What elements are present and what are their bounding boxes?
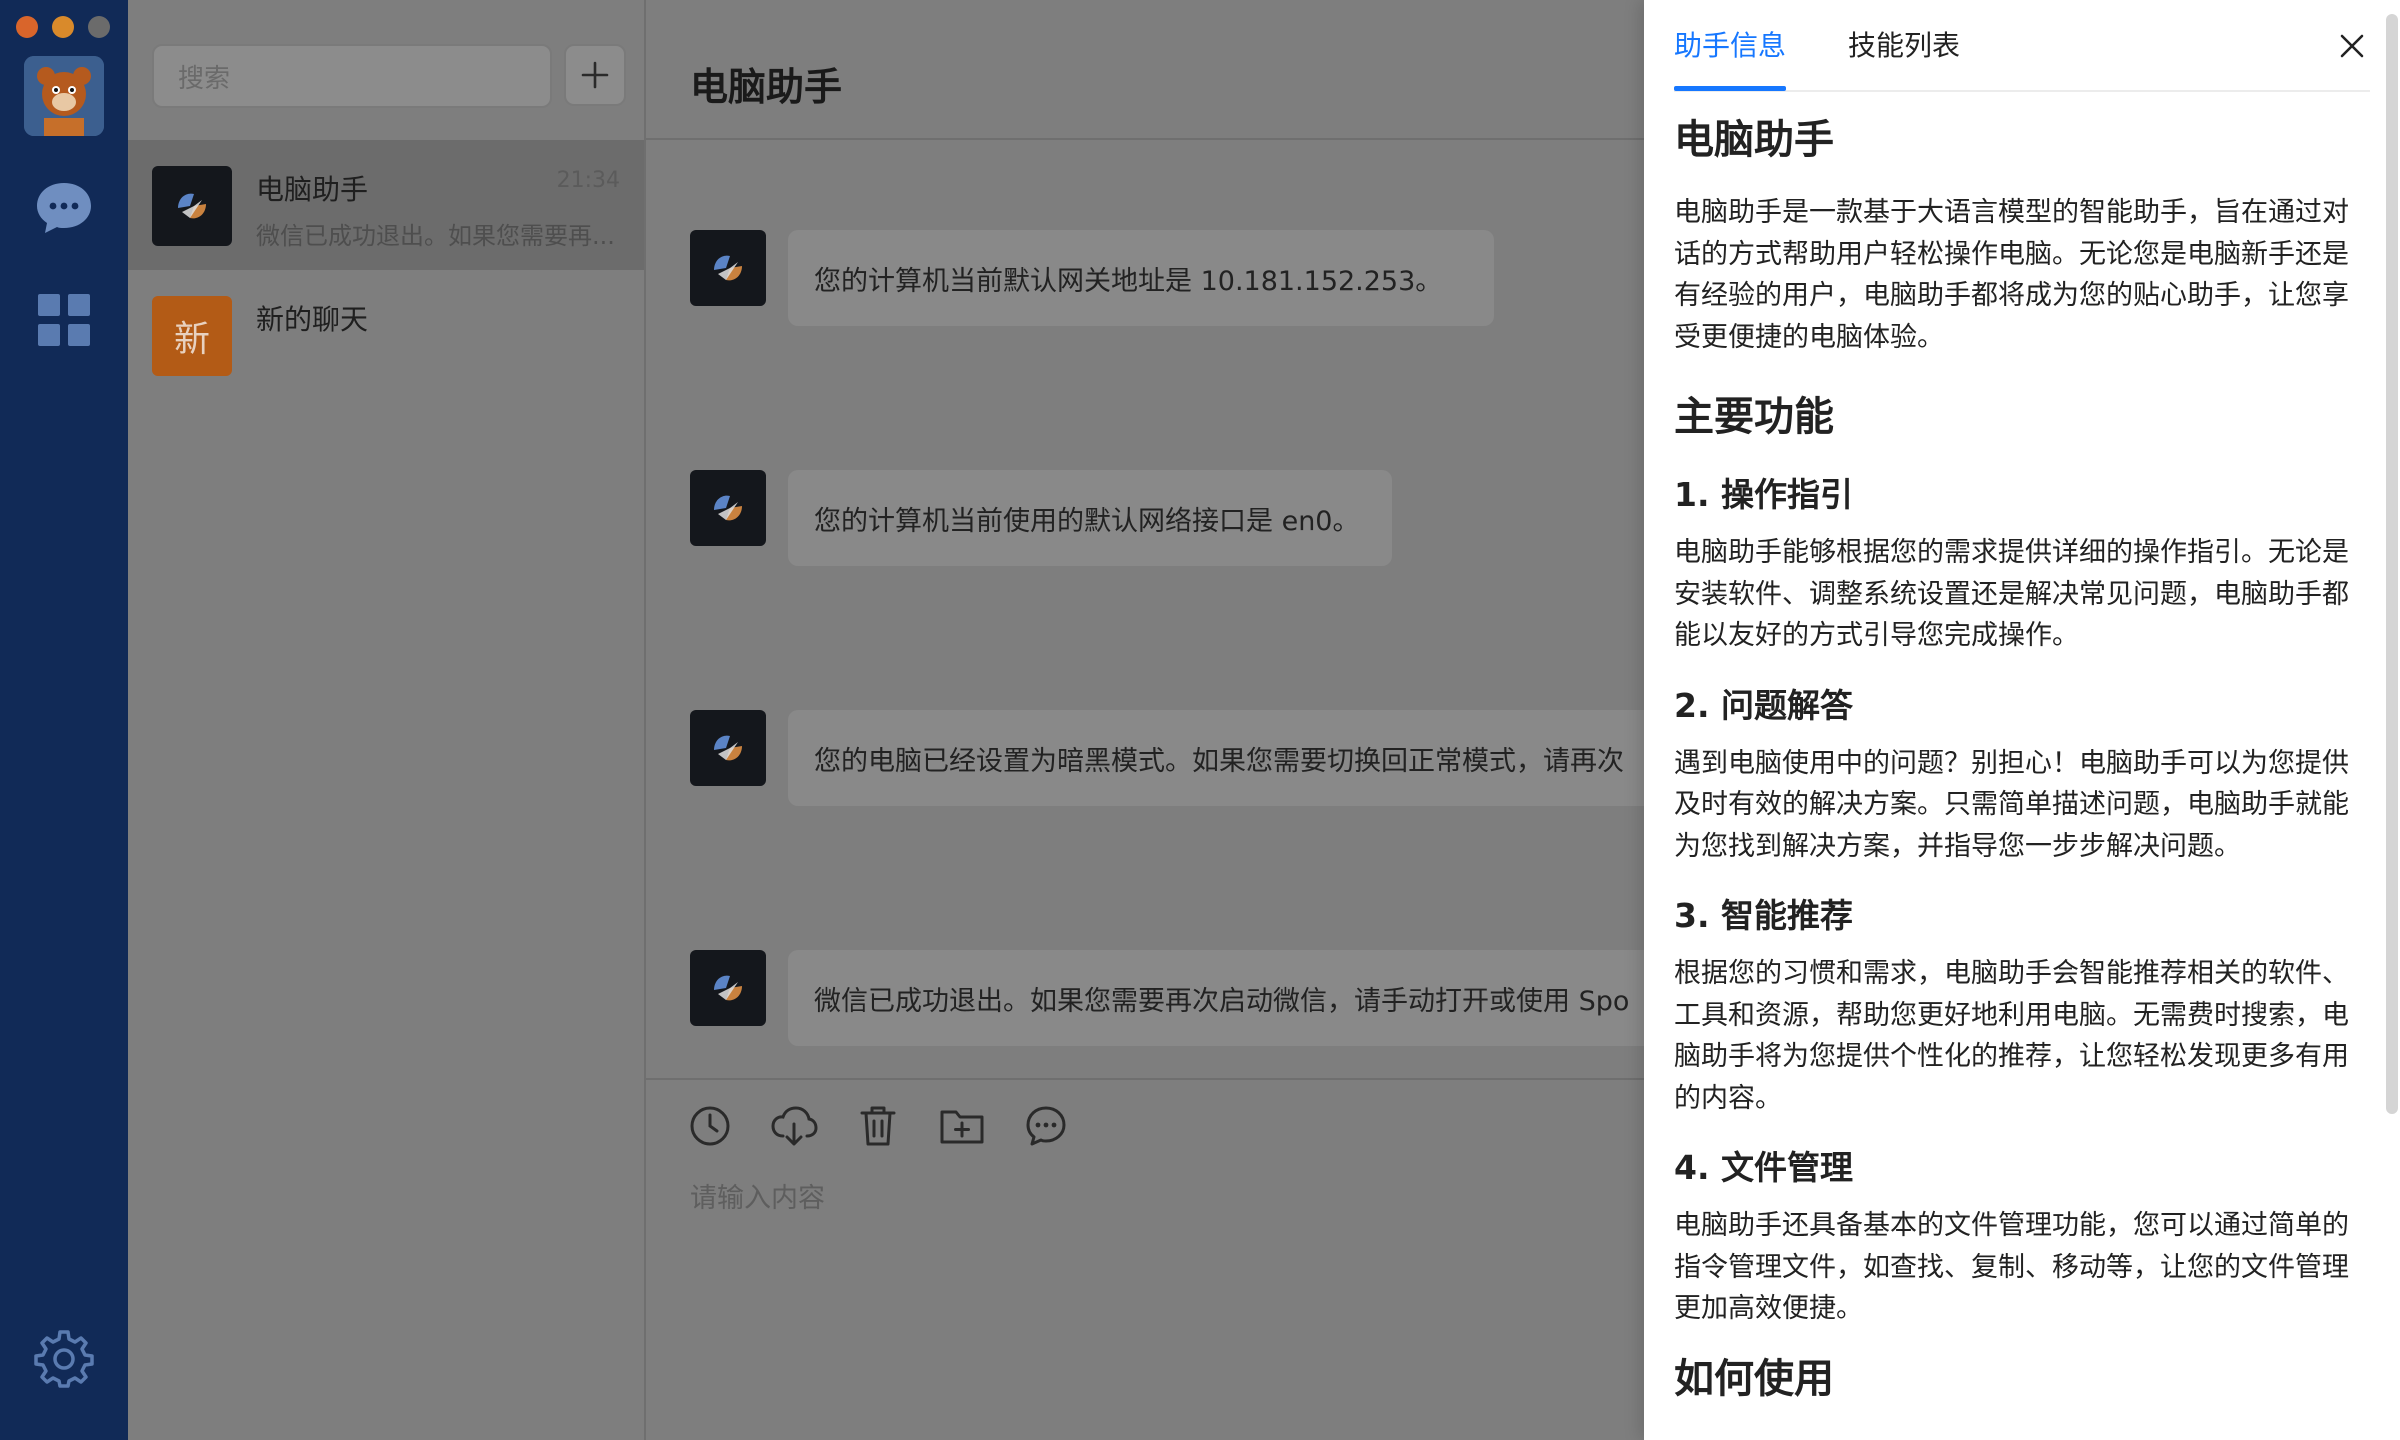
feature-body: 根据您的习惯和需求，电脑助手会智能推荐相关的软件、工具和资源，帮助您更好地利用电…	[1674, 958, 2349, 1114]
message-bubble: 微信已成功退出。如果您需要再次启动微信，请手动打开或使用 Spo	[788, 950, 1688, 1046]
close-icon	[2340, 34, 2364, 58]
plus-icon	[581, 61, 609, 89]
new-chat-button[interactable]	[564, 44, 626, 106]
assistant-logo-icon	[714, 735, 742, 761]
assistant-logo-icon	[714, 255, 742, 281]
app-window: 搜索 电脑助手 21:34 微信已成功退出。如果您需要再... 新 新的聊天 电…	[0, 0, 2400, 1440]
conversation-title: 新的聊天	[256, 303, 369, 336]
assistant-logo-icon	[714, 975, 742, 1001]
conversation-item-assistant[interactable]: 电脑助手 21:34 微信已成功退出。如果您需要再...	[128, 140, 644, 270]
feature-body: 遇到电脑使用中的问题？别担心！电脑助手可以为您提供及时有效的解决方案。只需简单描…	[1674, 747, 2349, 862]
active-tab-indicator	[1674, 86, 1786, 91]
feature-title: 4. 文件管理	[1674, 1148, 1853, 1187]
close-window-button[interactable]	[16, 16, 38, 38]
assistant-logo-icon	[714, 495, 742, 521]
cloud-download-icon[interactable]	[770, 1102, 818, 1150]
minimize-window-button[interactable]	[52, 16, 74, 38]
chat-title: 电脑助手	[690, 65, 843, 109]
feature-title: 3. 智能推荐	[1674, 896, 1853, 935]
drawer-scrollbar[interactable]	[2386, 14, 2398, 1114]
conversation-list-panel: 搜索 电脑助手 21:34 微信已成功退出。如果您需要再... 新 新的聊天	[128, 0, 646, 1440]
search-input[interactable]: 搜索	[152, 44, 552, 108]
conversation-preview: 微信已成功退出。如果您需要再...	[256, 222, 615, 250]
drawer-tabs: 助手信息 技能列表	[1674, 0, 2370, 92]
nav-rail	[0, 0, 128, 1440]
trash-icon[interactable]	[854, 1102, 902, 1150]
assistant-avatar	[690, 230, 766, 306]
apps-grid-icon[interactable]	[30, 286, 98, 354]
usage-heading: 如何使用	[1674, 1355, 1834, 1402]
message-row: 微信已成功退出。如果您需要再次启动微信，请手动打开或使用 Spo	[690, 950, 1688, 1046]
folder-add-icon[interactable]	[938, 1102, 986, 1150]
conversation-title: 电脑助手	[256, 173, 369, 206]
zoom-window-button[interactable]	[88, 16, 110, 38]
new-chat-avatar: 新	[152, 296, 232, 376]
feature-title: 1. 操作指引	[1674, 475, 1853, 514]
more-chat-icon[interactable]	[1022, 1102, 1070, 1150]
history-clock-icon[interactable]	[686, 1102, 734, 1150]
message-composer: 请输入内容	[646, 1078, 1646, 1440]
tab-skill-list[interactable]: 技能列表	[1848, 24, 1960, 64]
assistant-logo-icon	[178, 193, 206, 219]
features-heading: 主要功能	[1674, 394, 1834, 440]
close-drawer-button[interactable]	[2334, 28, 2370, 64]
message-bubble: 您的计算机当前使用的默认网络接口是 en0。	[788, 470, 1392, 566]
chat-area: 电脑助手 您的计算机当前默认网关地址是 10.181.152.253。 您的计算…	[646, 0, 1688, 1440]
tab-assistant-info[interactable]: 助手信息	[1674, 24, 1786, 64]
window-controls	[16, 16, 110, 38]
assistant-avatar	[690, 950, 766, 1026]
settings-gear-icon[interactable]	[30, 1324, 98, 1392]
assistant-name-heading: 电脑助手	[1674, 117, 1834, 163]
assistant-info-drawer: 助手信息 技能列表 电脑助手 电脑助手是一款基于大语言模型的智能助手，旨在通过对…	[1644, 0, 2400, 1440]
composer-toolbar	[686, 1102, 1070, 1150]
assistant-info-content: 电脑助手 电脑助手是一款基于大语言模型的智能助手，旨在通过对话的方式帮助用户轻松…	[1674, 108, 2364, 1432]
feature-body: 电脑助手还具备基本的文件管理功能，您可以通过简单的指令管理文件，如查找、复制、移…	[1674, 1210, 2349, 1324]
assistant-intro: 电脑助手是一款基于大语言模型的智能助手，旨在通过对话的方式帮助用户轻松操作电脑。…	[1674, 197, 2349, 353]
feature-body: 电脑助手能够根据您的需求提供详细的操作指引。无论是安装软件、调整系统设置还是解决…	[1674, 537, 2349, 651]
assistant-avatar	[152, 166, 232, 246]
message-row: 您的计算机当前使用的默认网络接口是 en0。	[690, 470, 1392, 566]
chat-bubble-icon[interactable]	[30, 174, 98, 242]
conversation-time: 21:34	[556, 168, 620, 193]
chat-header: 电脑助手	[646, 0, 1646, 140]
message-row: 您的电脑已经设置为暗黑模式。如果您需要切换回正常模式，请再次	[690, 710, 1688, 806]
user-avatar[interactable]	[24, 56, 104, 136]
message-bubble: 您的计算机当前默认网关地址是 10.181.152.253。	[788, 230, 1494, 326]
assistant-avatar	[690, 710, 766, 786]
conversation-item-new-chat[interactable]: 新 新的聊天	[128, 270, 644, 400]
message-bubble: 您的电脑已经设置为暗黑模式。如果您需要切换回正常模式，请再次	[788, 710, 1688, 806]
message-input[interactable]: 请输入内容	[690, 1176, 825, 1215]
feature-title: 2. 问题解答	[1674, 685, 1853, 725]
message-row: 您的计算机当前默认网关地址是 10.181.152.253。	[690, 230, 1494, 326]
assistant-avatar	[690, 470, 766, 546]
